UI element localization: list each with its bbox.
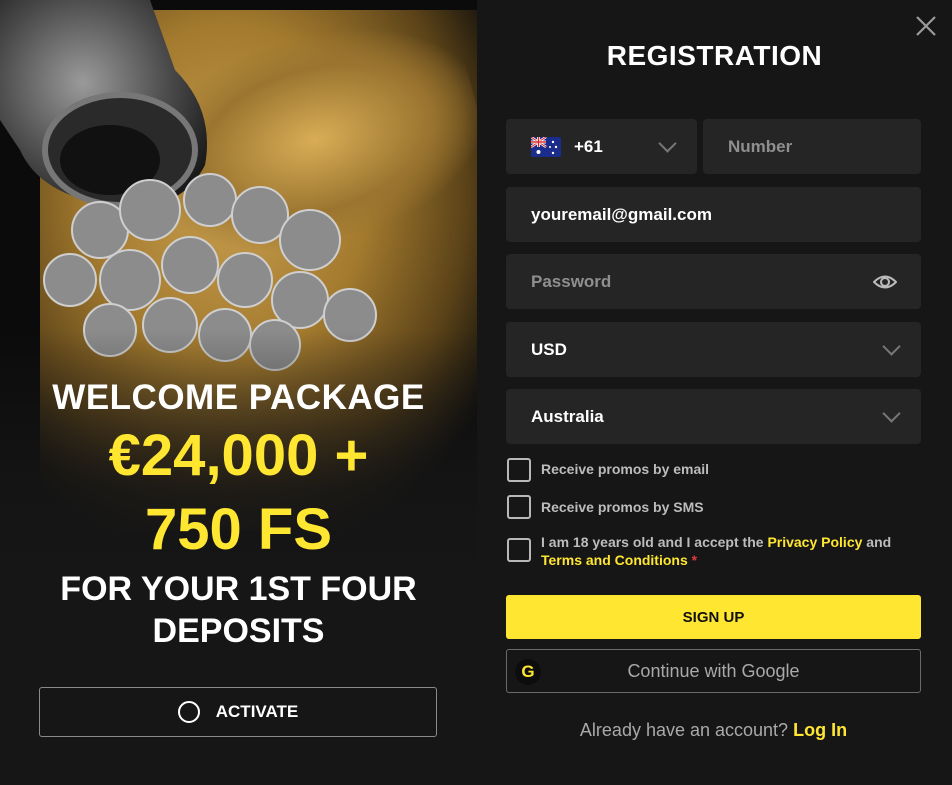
google-icon: G — [515, 659, 541, 685]
required-mark: * — [687, 552, 698, 568]
promo-panel: WELCOME PACKAGE €24,000 + 750 FS FOR YOU… — [0, 0, 477, 785]
country-code-select[interactable]: +61 — [506, 119, 697, 174]
terms-checkbox[interactable] — [507, 538, 531, 562]
sign-up-button[interactable]: SIGN UP — [506, 595, 921, 639]
google-label: Continue with Google — [627, 660, 800, 681]
login-link[interactable]: Log In — [793, 720, 847, 740]
password-input[interactable]: Password — [506, 254, 921, 309]
country-value: Australia — [531, 406, 604, 426]
australia-flag-icon — [531, 136, 561, 157]
promo-subtitle-line2: DEPOSITS — [152, 612, 325, 650]
phone-code-value: +61 — [574, 136, 603, 156]
login-prompt: Already have an account? Log In — [506, 720, 921, 741]
welcome-heading: WELCOME PACKAGE — [52, 378, 425, 417]
sms-promos-checkbox[interactable] — [507, 495, 531, 519]
terms-conditions-link[interactable]: Terms and Conditions — [541, 552, 688, 568]
sms-promos-label: Receive promos by SMS — [541, 499, 704, 515]
registration-title: REGISTRATION — [606, 40, 823, 71]
chevron-down-icon — [885, 340, 897, 352]
terms-and: and — [862, 534, 892, 550]
eye-icon[interactable] — [873, 271, 897, 293]
promo-subtitle: FOR YOUR 1ST FOUR DEPOSITS — [0, 568, 477, 652]
chevron-down-icon — [885, 407, 897, 419]
email-input[interactable]: youremail@gmail.com — [506, 187, 921, 242]
sign-up-label: SIGN UP — [682, 608, 745, 626]
promo-subtitle-line1: FOR YOUR 1ST FOUR — [60, 570, 417, 608]
continue-with-google-button[interactable]: G Continue with Google — [506, 649, 921, 693]
terms-prefix: I am 18 years old and I accept the — [541, 534, 768, 550]
password-placeholder: Password — [531, 271, 612, 291]
activate-label: ACTIVATE — [215, 702, 299, 721]
already-text: Already have an account? — [579, 720, 789, 740]
activate-button[interactable]: ACTIVATE — [39, 687, 437, 737]
free-spins-amount: 750 FS — [145, 497, 332, 562]
privacy-policy-link[interactable]: Privacy Policy — [767, 534, 862, 550]
country-select[interactable]: Australia — [506, 389, 921, 444]
email-value: youremail@gmail.com — [531, 204, 712, 224]
phone-number-input[interactable]: Number — [703, 119, 921, 174]
bonus-amount: €24,000 + — [108, 423, 369, 488]
close-icon[interactable] — [914, 14, 938, 38]
chevron-down-icon — [661, 137, 673, 149]
radio-circle-icon — [177, 701, 200, 723]
currency-select[interactable]: USD — [506, 322, 921, 377]
phone-number-placeholder: Number — [728, 136, 793, 156]
currency-value: USD — [531, 339, 567, 359]
email-promos-checkbox[interactable] — [507, 458, 531, 482]
terms-label: I am 18 years old and I accept the Priva… — [541, 533, 911, 569]
email-promos-label: Receive promos by email — [541, 461, 710, 477]
